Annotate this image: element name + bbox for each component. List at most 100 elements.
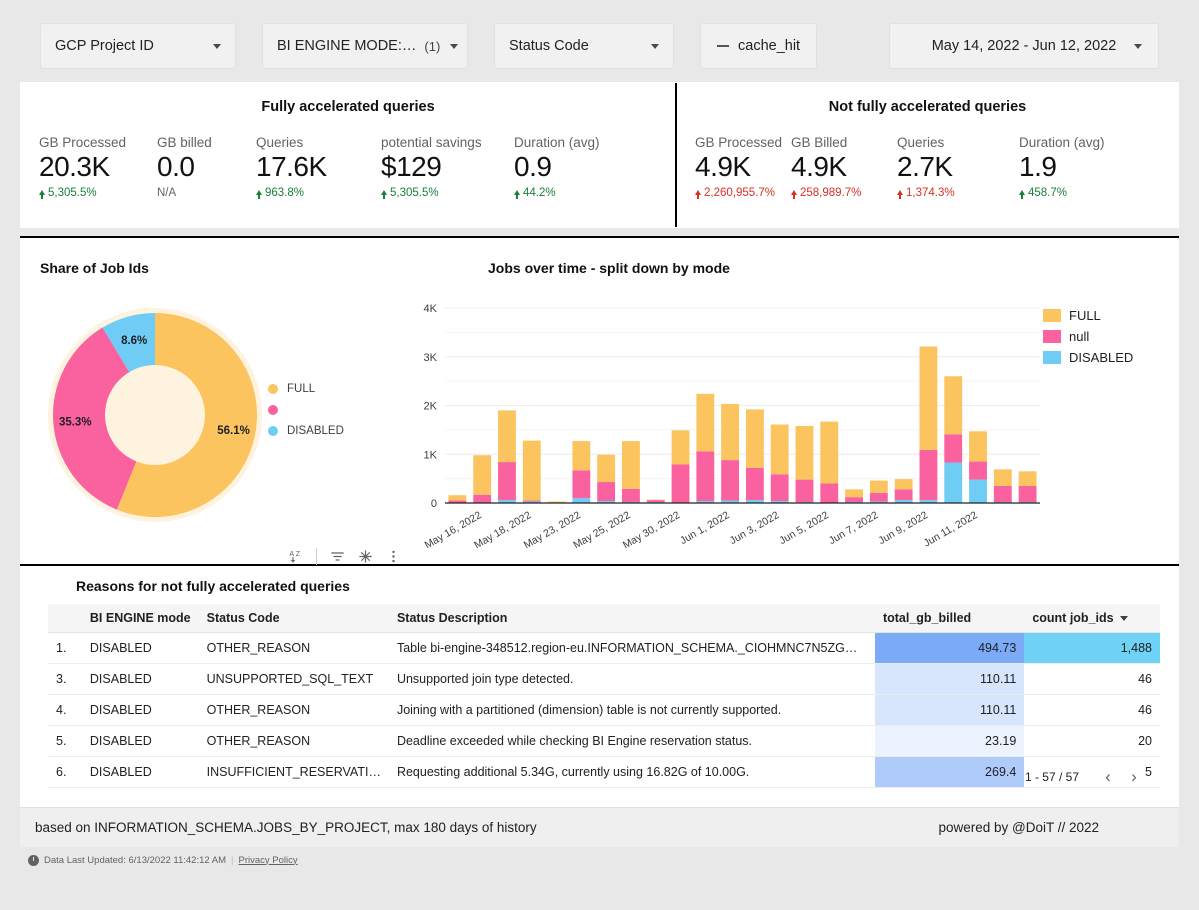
filter-status-code[interactable]: Status Code	[494, 23, 674, 69]
bar-segment-null[interactable]	[745, 467, 764, 501]
bar-segment-disabled[interactable]	[944, 462, 963, 503]
cell-count-job-ids: 1,488	[1024, 632, 1160, 664]
legend-label: DISABLED	[287, 424, 344, 437]
bar-segment-null[interactable]	[820, 483, 839, 503]
legend-item-full[interactable]: FULL	[268, 378, 344, 399]
prev-page-button[interactable]: ‹	[1095, 765, 1121, 789]
bar-segment-full[interactable]	[448, 495, 467, 501]
bar-segment-full[interactable]	[745, 409, 764, 468]
col-bi-engine-mode[interactable]: BI ENGINE mode	[81, 604, 199, 633]
bar-segment-null[interactable]	[671, 464, 690, 503]
bar-segment-null[interactable]	[845, 497, 863, 503]
delta-text: 2,260,955.7%	[704, 187, 775, 200]
dashboard-footer: based on INFORMATION_SCHEMA.JOBS_BY_PROJ…	[20, 807, 1179, 847]
bar-segment-full[interactable]	[894, 479, 913, 490]
table-row[interactable]: 4. DISABLED OTHER_REASON Joining with a par…	[48, 694, 1160, 726]
bar-segment-null[interactable]	[622, 488, 640, 503]
scorecard-group-not-fully-accelerated: Not fully accelerated queries GB Process…	[675, 83, 1178, 227]
bar-segment-full[interactable]	[1018, 471, 1037, 486]
bar-segment-disabled[interactable]	[572, 498, 591, 504]
table-row[interactable]: 5. DISABLED OTHER_REASON Deadline exceeded …	[48, 725, 1160, 757]
bar-segment-null[interactable]	[473, 494, 492, 503]
bar-segment-full[interactable]	[522, 440, 541, 501]
bar-segment-null[interactable]	[572, 470, 591, 499]
legend-item-disabled[interactable]: DISABLED	[1043, 347, 1133, 368]
delta-text: 44.2%	[523, 187, 556, 200]
bar-segment-null[interactable]	[646, 500, 665, 503]
bar-segment-full[interactable]	[473, 455, 492, 495]
bar-segment-null[interactable]	[894, 489, 913, 501]
bar-segment-full[interactable]	[993, 469, 1012, 486]
col-count-job-ids[interactable]: count job_ids	[1024, 604, 1160, 633]
bar-segment-null[interactable]	[1018, 485, 1037, 503]
privacy-policy-link[interactable]: Privacy Policy	[239, 855, 298, 866]
bar-segment-full[interactable]	[770, 424, 789, 475]
bar-segment-full[interactable]	[820, 421, 839, 484]
bar-segment-null[interactable]	[869, 492, 888, 502]
filter-date-range[interactable]: May 14, 2022 - Jun 12, 2022	[889, 23, 1159, 69]
bar-segment-null[interactable]	[597, 482, 616, 502]
bar-segment-full[interactable]	[696, 393, 715, 452]
bar-segment-null[interactable]	[498, 462, 516, 501]
bar-segment-full[interactable]	[572, 441, 591, 471]
delta-text: 1,374.3%	[906, 187, 955, 200]
bar-segment-full[interactable]	[919, 346, 938, 450]
bar-segment-disabled[interactable]	[969, 479, 987, 503]
bar-segment-null[interactable]	[944, 434, 963, 463]
col-index	[48, 604, 82, 633]
sub-footer: Data Last Updated: 6/13/2022 11:42:12 AM…	[20, 847, 1179, 873]
chevron-down-icon	[213, 43, 221, 49]
filter-gcp-project-id[interactable]: GCP Project ID	[40, 23, 236, 69]
bar-segment-null[interactable]	[522, 500, 541, 502]
cell-count-job-ids: 46	[1024, 663, 1160, 695]
bar-segment-full[interactable]	[671, 430, 690, 465]
filter-cache-hit[interactable]: cache_hit	[700, 23, 818, 69]
bar-segment-full[interactable]	[869, 480, 888, 493]
last-updated-text: Data Last Updated: 6/13/2022 11:42:12 AM	[44, 854, 227, 866]
legend-item-null[interactable]	[268, 399, 344, 420]
legend-label: null	[1069, 329, 1090, 344]
bar-segment-full[interactable]	[845, 489, 863, 498]
col-status-description[interactable]: Status Description	[388, 604, 875, 633]
bar-segment-null[interactable]	[721, 460, 740, 501]
bar-segment-full[interactable]	[622, 441, 640, 489]
legend-swatch	[268, 404, 278, 415]
bar-segment-null[interactable]	[919, 449, 938, 501]
scorecard-value: $129	[381, 151, 442, 182]
scorecard-value: 0.9	[514, 151, 552, 182]
scorecard-potential-savings: potential savings $129 5,305.5%	[381, 135, 514, 199]
bar-segment-full[interactable]	[646, 499, 665, 501]
scorecard-value: 17.6K	[256, 151, 327, 182]
bar-segment-full[interactable]	[498, 410, 516, 463]
bar-segment-null[interactable]	[448, 500, 467, 503]
bar-segment-null[interactable]	[969, 461, 987, 480]
bar-segment-full[interactable]	[597, 454, 616, 483]
table-row[interactable]: 6. DISABLED INSUFFICIENT_RESERVATI… Request…	[48, 756, 1160, 788]
arrow-up-icon	[381, 189, 387, 199]
bar-segment-full[interactable]	[944, 376, 963, 435]
table-row[interactable]: 1. DISABLED OTHER_REASON Table bi-engine-34…	[48, 632, 1160, 664]
minus-icon	[717, 45, 729, 47]
filter-label: GCP Project ID	[55, 38, 154, 54]
cell-total-gb-billed: 23.19	[874, 725, 1025, 757]
bar-segment-null[interactable]	[696, 451, 715, 502]
bar-segment-full[interactable]	[721, 404, 740, 461]
legend-item-null[interactable]: null	[1043, 326, 1133, 347]
col-status-code[interactable]: Status Code	[198, 604, 389, 633]
cell-total-gb-billed: 269.4	[874, 756, 1025, 788]
col-total-gb-billed[interactable]: total_gb_billed	[874, 604, 1025, 633]
legend-item-disabled[interactable]: DISABLED	[268, 420, 344, 441]
next-page-button[interactable]: ›	[1121, 765, 1147, 789]
scorecard-value: 4.9K	[791, 151, 847, 182]
bar-segment-null[interactable]	[770, 474, 789, 502]
table-row[interactable]: 3. DISABLED UNSUPPORTED_SQL_TEXT Unsupporte…	[48, 663, 1160, 695]
bar-segment-full[interactable]	[969, 431, 987, 462]
legend-item-full[interactable]: FULL	[1043, 305, 1133, 326]
filter-bi-engine-mode[interactable]: BI ENGINE MODE:… (1)	[262, 23, 468, 69]
filter-label: cache_hit	[738, 38, 801, 54]
bar-segment-full[interactable]	[795, 425, 814, 480]
cell-index: 6.	[48, 756, 82, 788]
table-header-row: BI ENGINE mode Status Code Status Descri…	[48, 604, 1160, 633]
bar-segment-null[interactable]	[993, 485, 1012, 503]
bar-segment-null[interactable]	[795, 479, 814, 503]
